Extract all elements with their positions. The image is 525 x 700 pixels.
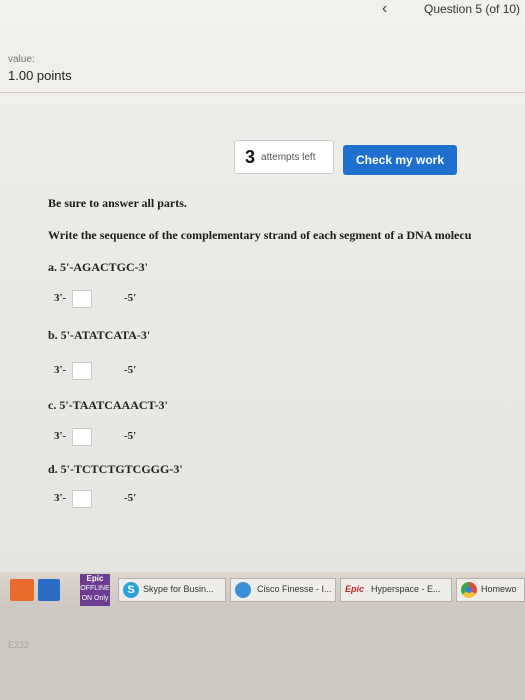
attempts-indicator: 3 attempts left [234,140,334,174]
skype-icon: S [123,582,139,598]
part-b-answer-input[interactable] [72,362,92,380]
prime-5-label: -5' [124,430,137,442]
monitor-bezel [0,608,525,700]
taskbar-item-skype[interactable]: S Skype for Busin... [118,578,226,602]
attempts-count: 3 [245,146,256,167]
points-value: 1.00 points [8,68,72,83]
attempts-text: attempts left [261,151,316,163]
question-content: Be sure to answer all parts. Write the s… [0,190,525,570]
internet-explorer-icon [235,582,251,598]
prime-3-label: 3'- [54,430,67,442]
prime-5-label: -5' [124,292,137,304]
epic-tile-sublabel: OFFLINE ON Only [80,585,110,602]
part-b-label: b. 5'-ATATCATA-3' [48,328,151,342]
question-header: ‹ Question 5 (of 10) [0,0,525,22]
prime-5-label: -5' [124,364,137,376]
taskbar: Epic OFFLINE ON Only S Skype for Busin..… [0,572,525,608]
taskbar-item-homework[interactable]: Homewo [456,578,525,602]
part-c-answer-input[interactable] [72,428,92,446]
part-a-label: a. 5'-AGACTGC-3' [48,260,148,274]
taskbar-item-label: Skype for Busin... [143,584,214,594]
divider [0,92,525,93]
part-d-answer-input[interactable] [72,490,92,508]
taskbar-item-label: Cisco Finesse - I... [257,584,332,594]
chevron-left-icon[interactable]: ‹ [382,0,387,18]
bezel-label: E232 [8,640,30,650]
taskbar-item-label: Hyperspace - E... [371,584,441,594]
epic-logo-icon: Epic [345,584,365,594]
prime-5-label: -5' [124,492,137,504]
prime-3-label: 3'- [54,364,67,376]
part-d-label: d. 5'-TCTCTGTCGGG-3' [48,462,183,476]
office-app-icon[interactable] [10,579,34,601]
value-label: value: [8,54,35,65]
taskbar-item-hyperspace[interactable]: Epic Hyperspace - E... [340,578,452,602]
epic-offline-icon[interactable]: Epic OFFLINE ON Only [80,574,110,606]
outlook-app-icon[interactable] [38,579,60,601]
prime-3-label: 3'- [54,492,67,504]
part-a-answer-input[interactable] [72,290,92,308]
taskbar-item-label: Homewo [481,584,517,594]
chrome-icon [461,582,477,598]
instruction-line-1: Be sure to answer all parts. [48,196,187,210]
question-counter: Question 5 (of 10) [424,2,521,16]
epic-tile-label: Epic [86,574,104,583]
part-c-label: c. 5'-TAATCAAACT-3' [48,398,168,412]
taskbar-item-cisco[interactable]: Cisco Finesse - I... [230,578,336,602]
prime-3-label: 3'- [54,292,67,304]
browser-viewport: ‹ Question 5 (of 10) value: 1.00 points … [0,0,525,600]
check-my-work-button[interactable]: Check my work [343,145,457,175]
instruction-line-2: Write the sequence of the complementary … [48,228,472,242]
